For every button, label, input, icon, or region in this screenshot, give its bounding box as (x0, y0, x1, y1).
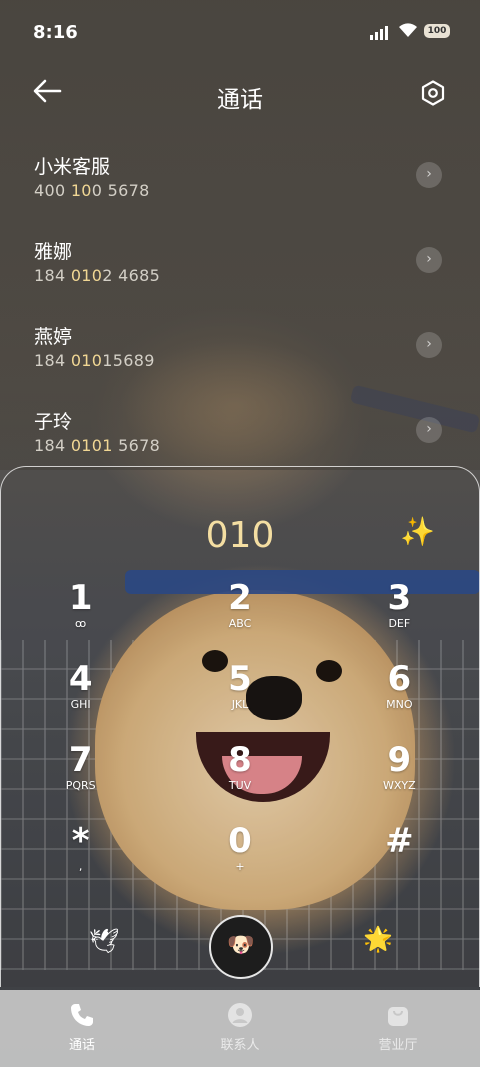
sparkle-icon[interactable]: ✨ (400, 515, 435, 548)
contact-name: 燕婷 (34, 326, 73, 348)
contact-item[interactable]: 雅娜 184 0102 4685 › (0, 225, 480, 310)
status-time: 8:16 (33, 22, 78, 43)
phone-icon (69, 1002, 95, 1028)
dial-key-3[interactable]: 3 DEF (320, 579, 479, 644)
contact-name: 子玲 (34, 411, 73, 433)
bottom-navigation: 通话 联系人 营业厅 (0, 990, 480, 1067)
dial-key-star[interactable]: *, (1, 822, 160, 887)
battery-icon: 100 (424, 24, 450, 38)
contact-number: 184 0101 5678 (34, 436, 161, 455)
contact-item[interactable]: 小米客服 400 100 5678 › (0, 140, 480, 225)
wifi-icon (398, 22, 418, 43)
dialpad-actions: 🕊 🐶 🌟 (1, 915, 479, 985)
dial-key-2[interactable]: 2 ABC (160, 579, 319, 644)
chevron-right-icon[interactable]: › (416, 417, 442, 443)
contact-name: 雅娜 (34, 241, 73, 263)
dial-key-6[interactable]: 6 MNO (320, 660, 479, 725)
call-button[interactable]: 🐶 (209, 915, 273, 979)
dial-key-hash[interactable]: # (320, 822, 479, 887)
shopping-bag-icon (385, 1002, 411, 1028)
dialpad-panel: 010 ✨ 1ꝏ 2 ABC 3 DEF 4 GHI 5 JKL 6 MNO 7 PQRS … (0, 466, 480, 987)
dial-key-5[interactable]: 5 JKL (160, 660, 319, 725)
dial-key-7[interactable]: 7 PQRS (1, 741, 160, 806)
contact-number: 184 0102 4685 (34, 266, 161, 285)
contact-suggestions: 小米客服 400 100 5678 › 雅娜 184 0102 4685 › 燕… (0, 140, 480, 480)
nav-label-store: 营业厅 (378, 1038, 418, 1053)
contact-name: 小米客服 (34, 156, 111, 178)
dial-key-8[interactable]: 8 TUV (160, 741, 319, 806)
dial-key-0[interactable]: 0 + (160, 822, 319, 887)
chevron-right-icon[interactable]: › (416, 247, 442, 273)
chevron-right-icon[interactable]: › (416, 162, 442, 188)
signal-icon (370, 26, 388, 40)
dial-key-1[interactable]: 1ꝏ (1, 579, 160, 644)
bird-icon[interactable]: 🕊 (89, 927, 119, 955)
nav-label-contacts: 联系人 (220, 1038, 260, 1053)
nav-tab-store[interactable]: 营业厅 (343, 1002, 453, 1053)
star-icon[interactable]: 🌟 (363, 925, 393, 953)
contact-item[interactable]: 燕婷 184 01015689 › (0, 310, 480, 395)
nav-tab-calls[interactable]: 通话 (27, 1002, 137, 1053)
status-bar: 8:16 100 (0, 22, 480, 46)
dial-key-4[interactable]: 4 GHI (1, 660, 160, 725)
person-icon (227, 1002, 253, 1028)
voicemail-icon: ꝏ (75, 617, 87, 630)
page-title: 通话 (217, 87, 263, 113)
nav-label-calls: 通话 (68, 1038, 95, 1053)
contact-number: 184 01015689 (34, 351, 155, 370)
chevron-right-icon[interactable]: › (416, 332, 442, 358)
dial-key-9[interactable]: 9 WXYZ (320, 741, 479, 806)
nav-tab-contacts[interactable]: 联系人 (185, 1002, 295, 1053)
dialpad-keys: 1ꝏ 2 ABC 3 DEF 4 GHI 5 JKL 6 MNO 7 PQRS 8 TUV 9… (1, 579, 479, 887)
header: 通话 (0, 70, 480, 120)
settings-hexagon-icon[interactable] (420, 80, 446, 106)
contact-number: 400 100 5678 (34, 181, 150, 200)
